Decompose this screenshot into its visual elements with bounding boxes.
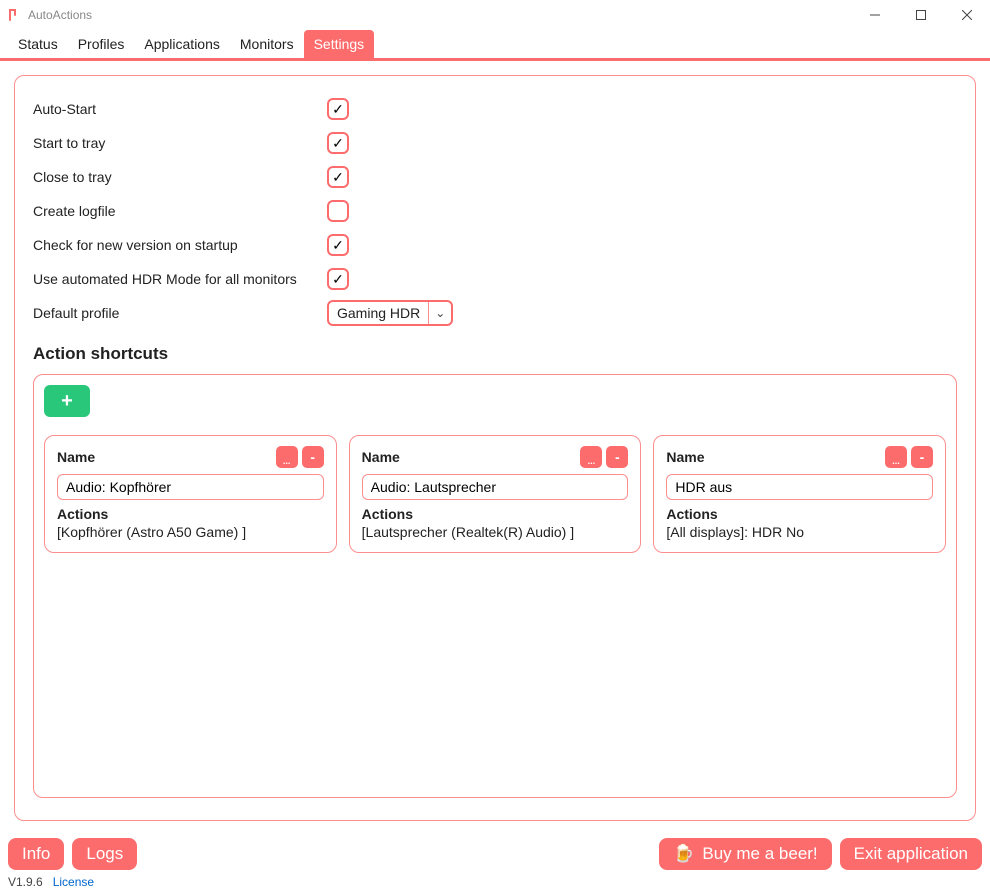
create-logfile-checkbox[interactable] — [327, 200, 349, 222]
edit-shortcut-button[interactable]: ... — [885, 446, 907, 468]
delete-shortcut-button[interactable]: - — [606, 446, 628, 468]
exit-button[interactable]: Exit application — [840, 838, 982, 870]
edit-shortcut-button[interactable]: ... — [580, 446, 602, 468]
chevron-down-icon: ⌄ — [429, 306, 451, 320]
shortcut-name-input[interactable] — [362, 474, 629, 500]
card-actions-value: [Lautsprecher (Realtek(R) Audio) ] — [362, 524, 629, 540]
content-area: Auto-Start ✓ Start to tray ✓ Close to tr… — [0, 61, 990, 835]
shortcut-name-input[interactable] — [57, 474, 324, 500]
app-icon — [8, 8, 22, 22]
version-text: V1.9.6 — [8, 875, 43, 889]
maximize-button[interactable] — [898, 0, 944, 30]
default-profile-select[interactable]: Gaming HDR ⌄ — [327, 300, 453, 326]
setting-label: Create logfile — [33, 203, 327, 219]
setting-label: Start to tray — [33, 135, 327, 151]
edit-shortcut-button[interactable]: ... — [276, 446, 298, 468]
tab-profiles[interactable]: Profiles — [68, 30, 135, 58]
close-to-tray-checkbox[interactable]: ✓ — [327, 166, 349, 188]
delete-shortcut-button[interactable]: - — [911, 446, 933, 468]
shortcut-card: Name ... - Actions [Kopfhörer (Astro A50… — [44, 435, 337, 553]
setting-check-version: Check for new version on startup ✓ — [33, 228, 957, 262]
auto-start-checkbox[interactable]: ✓ — [327, 98, 349, 120]
card-actions-label: Actions — [57, 506, 324, 522]
shortcuts-panel: + Name ... - Actions [Kopfhörer (Astro A… — [33, 374, 957, 798]
minimize-button[interactable] — [852, 0, 898, 30]
card-actions-value: [Kopfhörer (Astro A50 Game) ] — [57, 524, 324, 540]
tab-monitors[interactable]: Monitors — [230, 30, 304, 58]
setting-auto-hdr: Use automated HDR Mode for all monitors … — [33, 262, 957, 296]
close-button[interactable] — [944, 0, 990, 30]
setting-label: Auto-Start — [33, 101, 327, 117]
buy-beer-button[interactable]: 🍺 Buy me a beer! — [659, 838, 831, 870]
beer-icon: 🍺 — [673, 844, 694, 864]
card-actions-label: Actions — [362, 506, 629, 522]
auto-hdr-checkbox[interactable]: ✓ — [327, 268, 349, 290]
card-actions-label: Actions — [666, 506, 933, 522]
setting-create-logfile: Create logfile — [33, 194, 957, 228]
window-title: AutoActions — [28, 8, 92, 22]
shortcut-card: Name ... - Actions [All displays]: HDR N… — [653, 435, 946, 553]
setting-close-to-tray: Close to tray ✓ — [33, 160, 957, 194]
start-to-tray-checkbox[interactable]: ✓ — [327, 132, 349, 154]
add-shortcut-button[interactable]: + — [44, 385, 90, 417]
setting-default-profile: Default profile Gaming HDR ⌄ — [33, 296, 957, 330]
shortcut-card: Name ... - Actions [Lautsprecher (Realte… — [349, 435, 642, 553]
card-name-label: Name — [666, 449, 881, 465]
setting-label: Use automated HDR Mode for all monitors — [33, 271, 327, 287]
card-actions-value: [All displays]: HDR No — [666, 524, 933, 540]
tab-status[interactable]: Status — [8, 30, 68, 58]
titlebar: AutoActions — [0, 0, 990, 30]
shortcut-name-input[interactable] — [666, 474, 933, 500]
tab-applications[interactable]: Applications — [134, 30, 230, 58]
settings-panel: Auto-Start ✓ Start to tray ✓ Close to tr… — [14, 75, 976, 821]
info-button[interactable]: Info — [8, 838, 64, 870]
check-version-checkbox[interactable]: ✓ — [327, 234, 349, 256]
setting-start-to-tray: Start to tray ✓ — [33, 126, 957, 160]
delete-shortcut-button[interactable]: - — [302, 446, 324, 468]
footer-bar: Info Logs 🍺 Buy me a beer! Exit applicat… — [0, 835, 990, 873]
main-tabs: Status Profiles Applications Monitors Se… — [0, 30, 990, 61]
select-value: Gaming HDR — [329, 302, 429, 324]
logs-button[interactable]: Logs — [72, 838, 137, 870]
setting-label: Default profile — [33, 305, 327, 321]
shortcut-cards: Name ... - Actions [Kopfhörer (Astro A50… — [44, 435, 946, 553]
buy-beer-label: Buy me a beer! — [702, 844, 817, 864]
setting-auto-start: Auto-Start ✓ — [33, 92, 957, 126]
card-name-label: Name — [362, 449, 577, 465]
action-shortcuts-header: Action shortcuts — [33, 344, 957, 364]
status-bar: V1.9.6 License — [0, 873, 990, 891]
tab-settings[interactable]: Settings — [304, 30, 375, 58]
license-link[interactable]: License — [53, 875, 94, 889]
card-name-label: Name — [57, 449, 272, 465]
setting-label: Close to tray — [33, 169, 327, 185]
setting-label: Check for new version on startup — [33, 237, 327, 253]
